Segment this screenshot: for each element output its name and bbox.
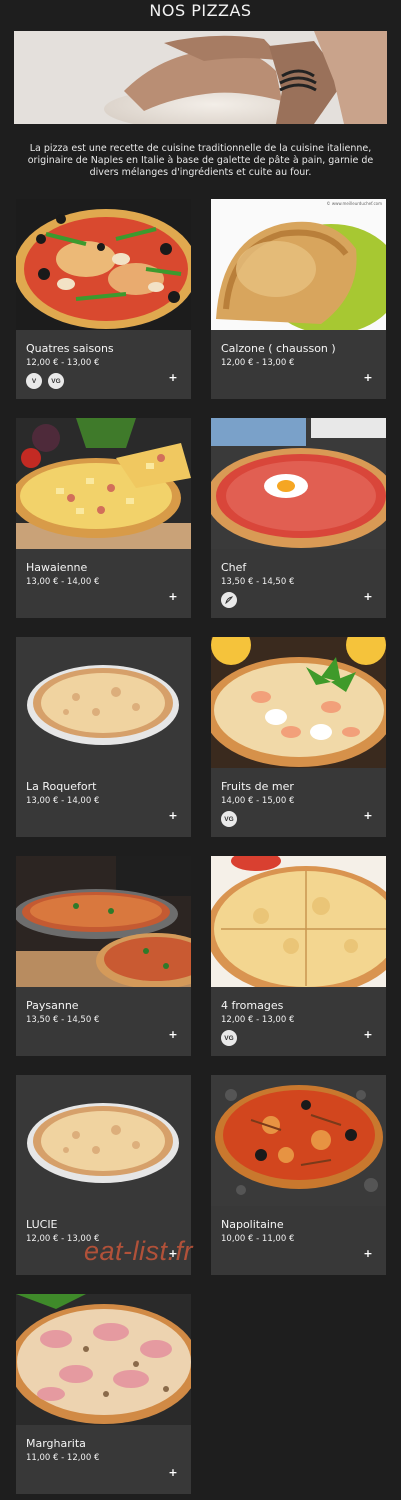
pizza-image: [16, 637, 191, 768]
pizza-image: [211, 418, 386, 549]
pizza-card[interactable]: Margharita 11,00 € - 12,00 € +: [16, 1294, 191, 1494]
pizza-image: [16, 418, 191, 549]
hero-image-dough-hands: [14, 31, 387, 124]
pizza-image: [211, 199, 386, 330]
pizza-name: Quatres saisons: [26, 342, 114, 355]
add-to-cart-button[interactable]: +: [167, 810, 179, 822]
vegan-badge: VG: [221, 1030, 237, 1046]
add-to-cart-button[interactable]: +: [362, 1029, 374, 1041]
pizza-image: [16, 1075, 191, 1206]
watermark: eat-list.fr: [84, 1236, 194, 1266]
pizza-card[interactable]: La Roquefort 13,00 € - 14,00 € +: [16, 637, 191, 837]
spicy-icon: [221, 592, 237, 608]
pizza-name: Chef: [221, 561, 247, 574]
pizza-card[interactable]: Fruits de mer 14,00 € - 15,00 € VG +: [211, 637, 386, 837]
pizza-image: [16, 856, 191, 987]
pizza-name: Paysanne: [26, 999, 79, 1012]
pizza-card[interactable]: © www.meilleurduchef.com Calzone ( chaus…: [211, 199, 386, 399]
pizza-card[interactable]: 4 fromages 12,00 € - 13,00 € VG +: [211, 856, 386, 1056]
pizza-card[interactable]: Hawaienne 13,00 € - 14,00 € +: [16, 418, 191, 618]
pizza-card[interactable]: Quatres saisons 12,00 € - 13,00 € V VG +: [16, 199, 191, 399]
pizza-price: 11,00 € - 12,00 €: [26, 1453, 100, 1463]
pizza-price: 12,00 € - 13,00 €: [26, 358, 100, 368]
pizza-price: 12,00 € - 13,00 €: [221, 358, 295, 368]
pizza-price: 13,50 € - 14,50 €: [26, 1015, 100, 1025]
pizza-image: [211, 637, 386, 768]
pizza-price: 13,00 € - 14,00 €: [26, 577, 100, 587]
pizza-card[interactable]: Paysanne 13,50 € - 14,50 € +: [16, 856, 191, 1056]
pizza-price: 12,00 € - 13,00 €: [221, 1015, 295, 1025]
add-to-cart-button[interactable]: +: [167, 1467, 179, 1479]
intro-text: La pizza est une recette de cuisine trad…: [27, 143, 374, 178]
pizza-name: La Roquefort: [26, 780, 97, 793]
pizza-card[interactable]: Napolitaine 10,00 € - 11,00 € +: [211, 1075, 386, 1275]
pizza-price: 13,00 € - 14,00 €: [26, 796, 100, 806]
pizza-price: 14,00 € - 15,00 €: [221, 796, 295, 806]
pizza-card[interactable]: Chef 13,50 € - 14,50 € +: [211, 418, 386, 618]
pizza-name: Margharita: [26, 1437, 86, 1450]
pizza-image: [16, 1294, 191, 1425]
pizza-name: LUCIE: [26, 1218, 58, 1231]
add-to-cart-button[interactable]: +: [167, 372, 179, 384]
pizza-price: 13,50 € - 14,50 €: [221, 577, 295, 587]
vegan-badge: VG: [48, 373, 64, 389]
add-to-cart-button[interactable]: +: [362, 1248, 374, 1260]
add-to-cart-button[interactable]: +: [362, 810, 374, 822]
vegetarian-badge: V: [26, 373, 42, 389]
pizza-name: Hawaienne: [26, 561, 88, 574]
add-to-cart-button[interactable]: +: [362, 591, 374, 603]
pizza-price: 10,00 € - 11,00 €: [221, 1234, 295, 1244]
pizza-name: Fruits de mer: [221, 780, 294, 793]
page-title: NOS PIZZAS: [149, 1, 252, 20]
add-to-cart-button[interactable]: +: [167, 591, 179, 603]
add-to-cart-button[interactable]: +: [167, 1029, 179, 1041]
vegan-badge: VG: [221, 811, 237, 827]
pizza-name: 4 fromages: [221, 999, 284, 1012]
pizza-name: Calzone ( chausson ): [221, 342, 336, 355]
pizza-image: [211, 1075, 386, 1206]
image-credit: © www.meilleurduchef.com: [326, 201, 382, 206]
add-to-cart-button[interactable]: +: [362, 372, 374, 384]
pizza-image: [16, 199, 191, 330]
pizza-image: [211, 856, 386, 987]
pizza-name: Napolitaine: [221, 1218, 284, 1231]
